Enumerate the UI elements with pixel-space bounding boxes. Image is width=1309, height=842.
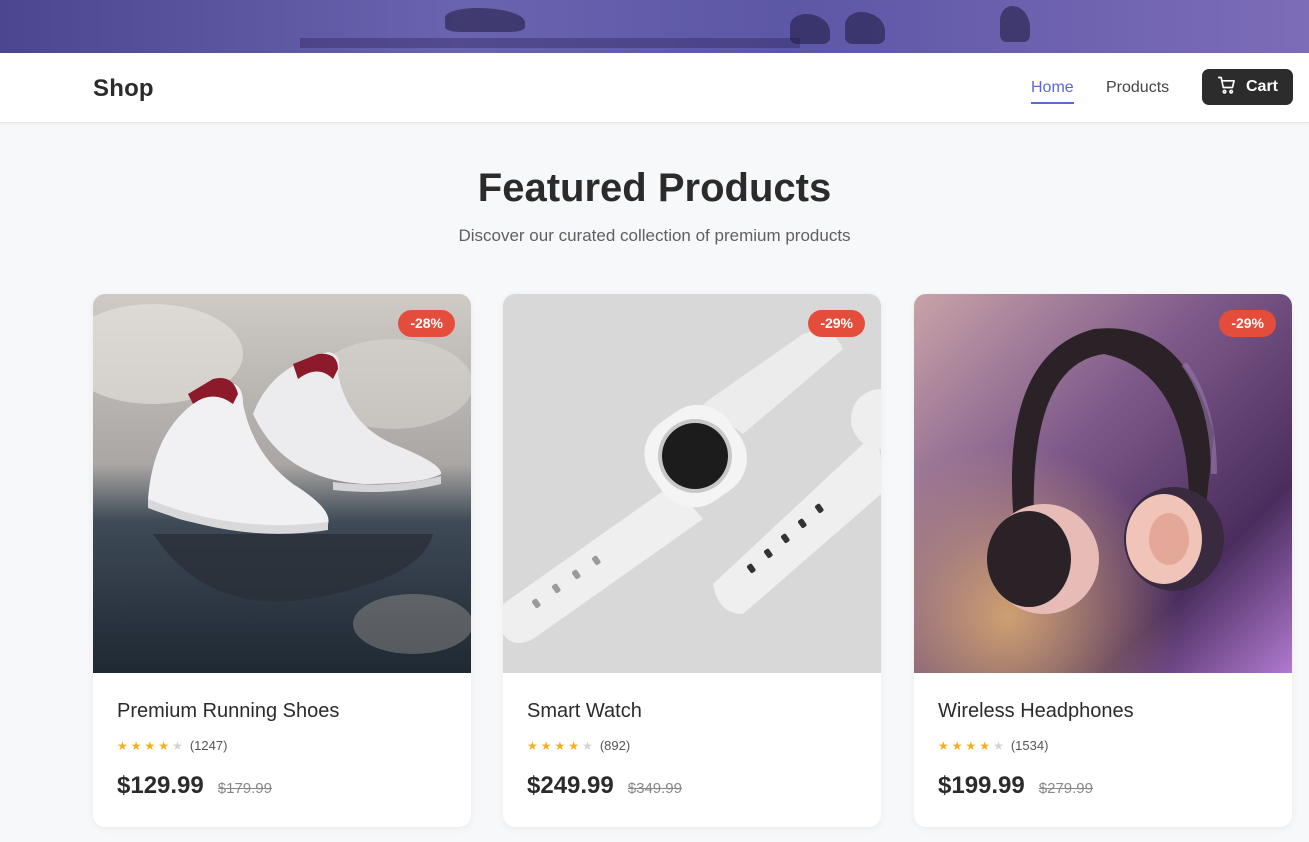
nav-link-home[interactable]: Home	[1031, 79, 1074, 104]
page-subtitle: Discover our curated collection of premi…	[458, 226, 851, 245]
star-icon: ★	[979, 738, 991, 753]
product-price: $249.99	[527, 772, 614, 799]
star-empty-icon: ★	[993, 738, 1004, 753]
product-name[interactable]: Premium Running Shoes	[117, 700, 339, 723]
star-icon: ★	[568, 738, 580, 753]
discount-badge: -28%	[398, 310, 455, 337]
cart-icon	[1217, 75, 1237, 100]
price-row: $129.99 $179.99	[117, 772, 272, 800]
product-image-headphones[interactable]: -29%	[914, 294, 1292, 673]
star-icon: ★	[158, 738, 170, 753]
product-price: $129.99	[117, 772, 204, 799]
cart-label: Cart	[1245, 78, 1278, 95]
product-image-shoes[interactable]: -28%	[93, 294, 471, 673]
price-row: $199.99 $279.99	[938, 772, 1093, 800]
product-rating: ★ ★ ★ ★ ★ (1247)	[117, 738, 227, 753]
star-icon: ★	[144, 738, 156, 753]
star-icon: ★	[938, 738, 949, 753]
star-icon: ★	[130, 738, 142, 753]
price-row: $249.99 $349.99	[527, 772, 682, 800]
product-image-watch[interactable]: -29%	[503, 294, 881, 673]
star-icon: ★	[117, 738, 128, 753]
star-icon: ★	[540, 738, 552, 753]
star-empty-icon: ★	[172, 738, 183, 753]
hero-banner-image	[0, 0, 1309, 53]
star-icon: ★	[951, 738, 963, 753]
star-rating: ★ ★ ★ ★ ★	[938, 739, 1004, 753]
product-rating: ★ ★ ★ ★ ★ (892)	[527, 738, 630, 753]
review-count: (1534)	[1010, 738, 1049, 753]
product-rating: ★ ★ ★ ★ ★ (1534)	[938, 738, 1048, 753]
review-count: (1247)	[189, 738, 228, 753]
star-icon: ★	[527, 738, 538, 753]
product-name[interactable]: Smart Watch	[527, 700, 642, 723]
discount-badge: -29%	[808, 310, 865, 337]
product-original-price: $349.99	[627, 780, 682, 797]
product-name[interactable]: Wireless Headphones	[938, 700, 1134, 723]
product-original-price: $179.99	[217, 780, 272, 797]
product-price: $199.99	[938, 772, 1025, 799]
star-rating: ★ ★ ★ ★ ★	[117, 739, 183, 753]
star-empty-icon: ★	[582, 738, 593, 753]
product-original-price: $279.99	[1038, 780, 1093, 797]
product-card[interactable]: -28% Premium Running Shoes ★ ★ ★ ★ ★ (12…	[93, 294, 471, 827]
star-icon: ★	[554, 738, 566, 753]
nav-link-products[interactable]: Products	[1106, 79, 1169, 97]
star-icon: ★	[965, 738, 977, 753]
product-card[interactable]: -29% Smart Watch ★ ★ ★ ★ ★ (892) $249.99…	[503, 294, 881, 827]
discount-badge: -29%	[1219, 310, 1276, 337]
brand-logo[interactable]: Shop	[93, 75, 154, 103]
star-rating: ★ ★ ★ ★ ★	[527, 739, 593, 753]
product-card[interactable]: -29% Wireless Headphones ★ ★ ★ ★ ★ (1534…	[914, 294, 1292, 827]
page-title: Featured Products	[477, 166, 832, 210]
cart-button[interactable]: Cart	[1202, 69, 1293, 105]
top-navbar: Shop Home Products Cart	[0, 53, 1309, 123]
review-count: (892)	[599, 738, 631, 753]
